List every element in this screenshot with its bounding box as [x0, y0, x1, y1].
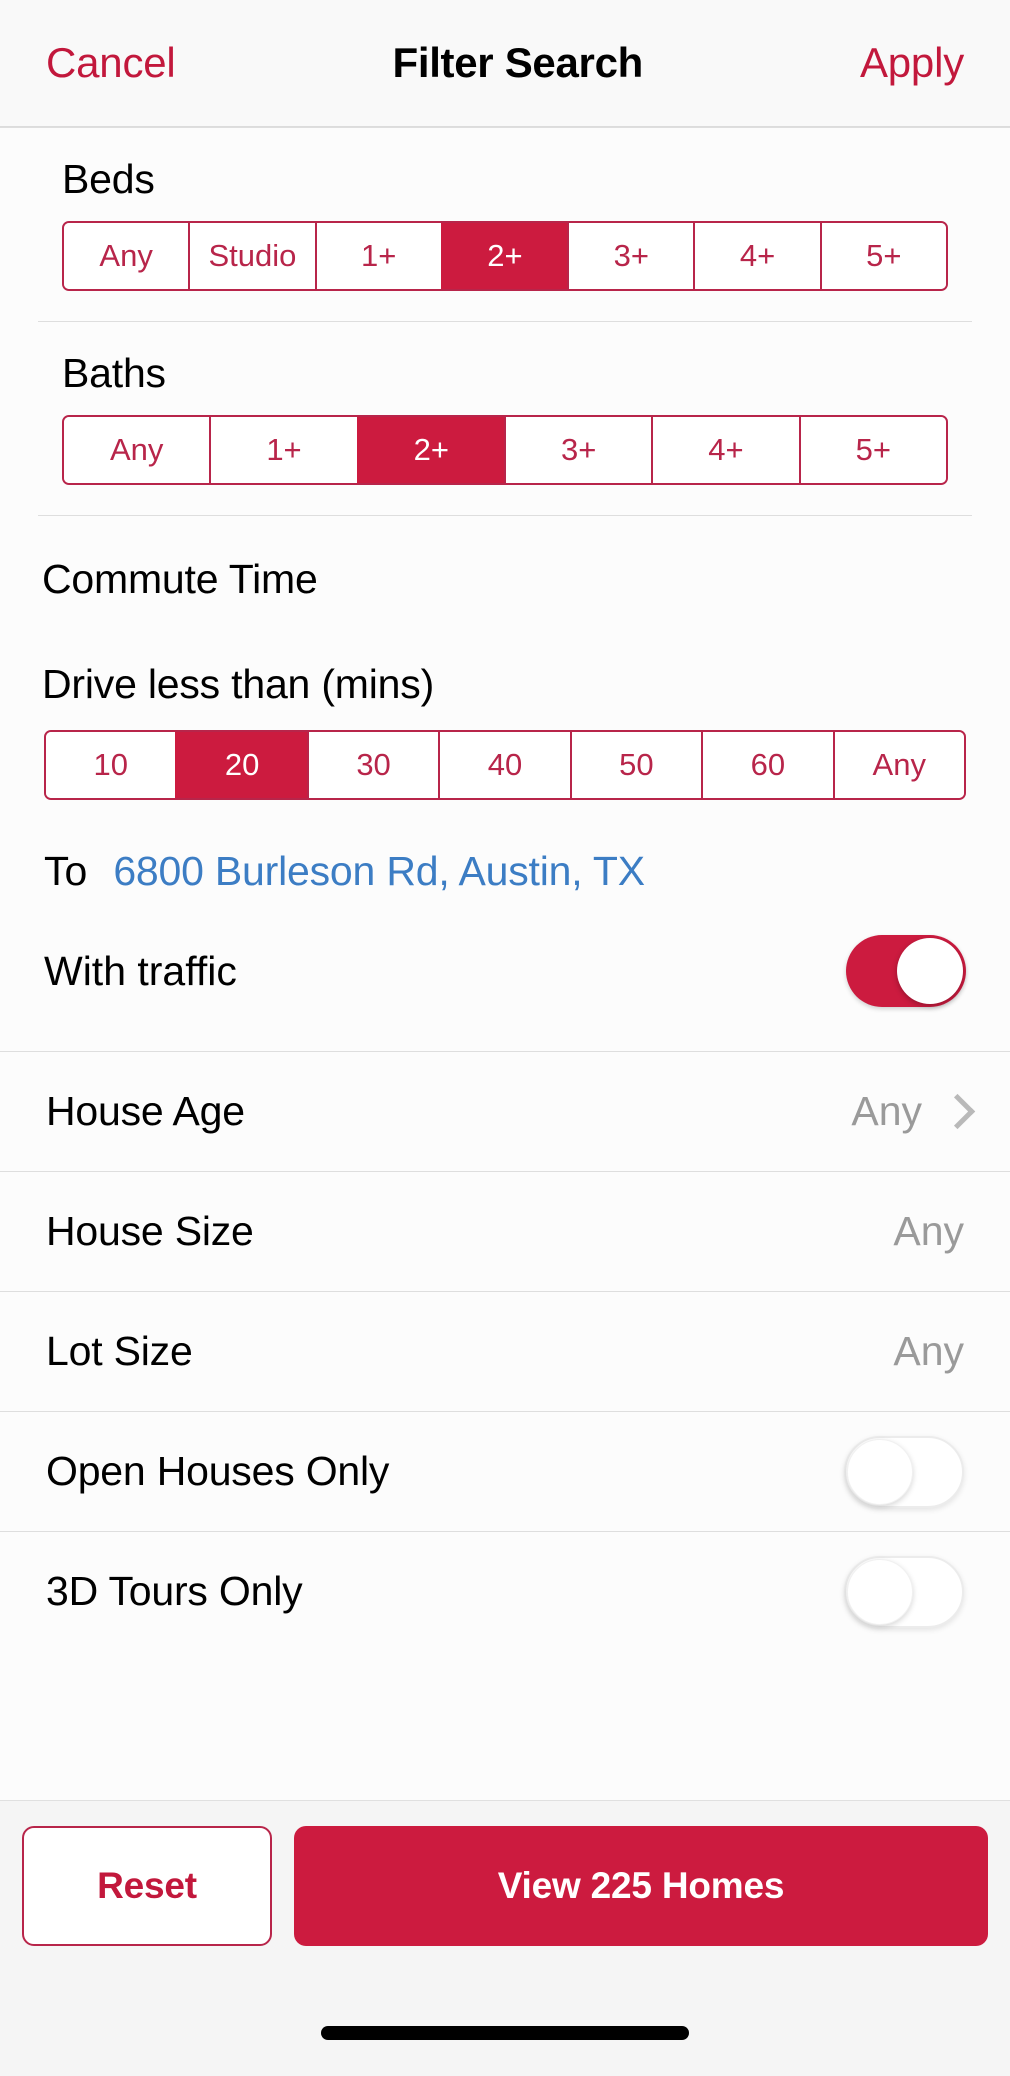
with-traffic-row: With traffic [40, 895, 970, 1051]
beds-option-any[interactable]: Any [64, 223, 189, 289]
3d-tours-only-row[interactable]: 3D Tours Only [0, 1532, 1010, 1651]
lot-size-value-group: Any [893, 1328, 964, 1375]
home-indicator[interactable] [321, 2026, 689, 2040]
baths-segmented-control[interactable]: Any 1+ 2+ 3+ 4+ 5+ [62, 415, 948, 485]
lot-size-row[interactable]: Lot Size Any [0, 1292, 1010, 1411]
house-age-value: Any [851, 1088, 922, 1134]
destination-address-link[interactable]: 6800 Burleson Rd, Austin, TX [113, 848, 645, 895]
commute-option-50[interactable]: 50 [569, 732, 702, 798]
commute-option-60[interactable]: 60 [701, 732, 833, 798]
commute-option-20[interactable]: 20 [175, 732, 307, 798]
commute-destination-row: To 6800 Burleson Rd, Austin, TX [40, 800, 970, 895]
with-traffic-toggle[interactable] [846, 935, 966, 1007]
baths-option-1plus[interactable]: 1+ [209, 417, 357, 483]
home-indicator-area [0, 1990, 1010, 2076]
toggle-knob [897, 938, 963, 1004]
3d-tours-only-label: 3D Tours Only [46, 1568, 303, 1614]
to-label: To [44, 848, 88, 894]
chevron-right-icon [944, 1095, 964, 1129]
baths-section: Baths Any 1+ 2+ 3+ 4+ 5+ [0, 322, 1010, 485]
apply-button[interactable]: Apply [860, 39, 964, 87]
page-title: Filter Search [392, 39, 644, 86]
house-age-value-group: Any [851, 1088, 964, 1135]
beds-option-1plus[interactable]: 1+ [314, 223, 441, 289]
commute-section: Commute Time Drive less than (mins) 10 2… [0, 516, 1010, 1051]
baths-option-3plus[interactable]: 3+ [503, 417, 652, 483]
commute-option-30[interactable]: 30 [306, 732, 439, 798]
beds-option-3plus[interactable]: 3+ [567, 223, 694, 289]
baths-option-2plus[interactable]: 2+ [356, 417, 504, 483]
bottom-action-bar: Reset View 225 Homes [0, 1800, 1010, 1990]
commute-option-10[interactable]: 10 [46, 732, 176, 798]
beds-option-studio[interactable]: Studio [188, 223, 315, 289]
beds-section: Beds Any Studio 1+ 2+ 3+ 4+ 5+ [0, 128, 1010, 291]
open-houses-only-label: Open Houses Only [46, 1448, 390, 1494]
lot-size-label: Lot Size [46, 1328, 193, 1374]
house-size-row[interactable]: House Size Any [0, 1172, 1010, 1291]
house-size-value: Any [893, 1208, 964, 1254]
open-houses-only-toggle[interactable] [844, 1435, 964, 1508]
filter-list: Beds Any Studio 1+ 2+ 3+ 4+ 5+ Baths Any… [0, 127, 1010, 1800]
nav-header: Cancel Filter Search Apply [0, 0, 1010, 127]
commute-option-40[interactable]: 40 [438, 732, 570, 798]
commute-time-heading: Commute Time [42, 556, 318, 602]
house-age-label: House Age [46, 1088, 245, 1134]
toggle-knob [847, 1558, 913, 1625]
baths-option-any[interactable]: Any [64, 417, 210, 483]
commute-option-any[interactable]: Any [832, 732, 964, 798]
view-homes-button[interactable]: View 225 Homes [294, 1826, 988, 1946]
lot-size-value: Any [893, 1328, 964, 1374]
cancel-button[interactable]: Cancel [46, 39, 176, 87]
baths-option-5plus[interactable]: 5+ [798, 417, 946, 483]
3d-tours-only-toggle[interactable] [844, 1555, 964, 1628]
reset-button[interactable]: Reset [22, 1826, 272, 1946]
beds-segmented-control[interactable]: Any Studio 1+ 2+ 3+ 4+ 5+ [62, 221, 948, 291]
filter-search-screen: Cancel Filter Search Apply Beds Any Stud… [0, 0, 1010, 2076]
commute-minutes-segmented-control[interactable]: 10 20 30 40 50 60 Any [44, 730, 966, 800]
toggle-knob [847, 1438, 913, 1505]
baths-label: Baths [62, 350, 166, 396]
baths-option-4plus[interactable]: 4+ [651, 417, 799, 483]
house-size-label: House Size [46, 1208, 254, 1254]
beds-option-2plus[interactable]: 2+ [440, 223, 568, 289]
house-age-row[interactable]: House Age Any [0, 1052, 1010, 1171]
beds-option-5plus[interactable]: 5+ [819, 223, 946, 289]
with-traffic-label: With traffic [44, 947, 237, 994]
beds-label: Beds [62, 156, 155, 202]
house-size-value-group: Any [893, 1208, 964, 1255]
drive-less-than-label: Drive less than (mins) [42, 661, 435, 707]
open-houses-only-row[interactable]: Open Houses Only [0, 1412, 1010, 1531]
beds-option-4plus[interactable]: 4+ [693, 223, 820, 289]
